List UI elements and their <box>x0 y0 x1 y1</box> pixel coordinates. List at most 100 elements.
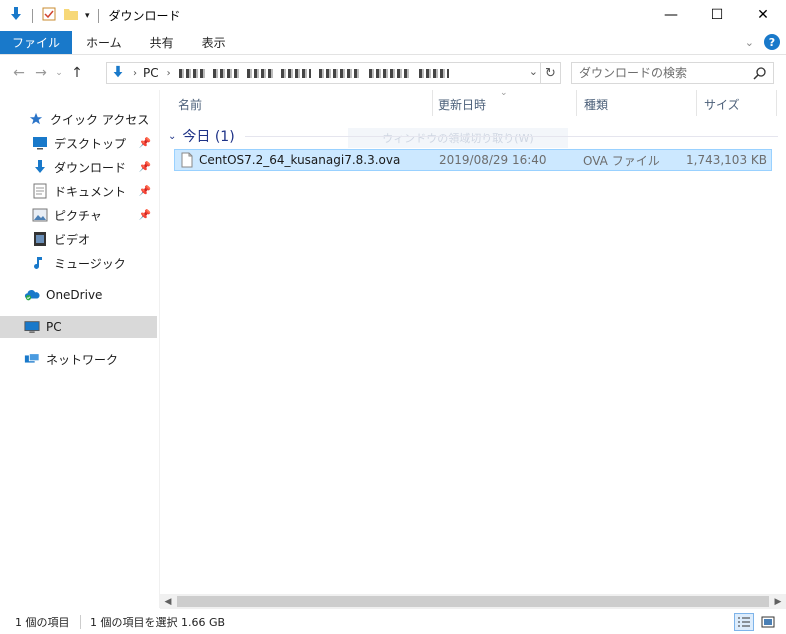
document-icon <box>32 183 48 199</box>
sidebar-item-videos[interactable]: ビデオ <box>0 228 157 250</box>
tab-home[interactable]: ホーム <box>72 31 136 54</box>
sidebar-item-onedrive[interactable]: OneDrive <box>0 284 157 306</box>
item-count: 1 個の項目 <box>15 616 70 629</box>
redacted-path-segment <box>280 68 311 78</box>
sidebar-item-label: ビデオ <box>54 232 91 247</box>
forward-arrow-icon[interactable]: → <box>30 65 52 81</box>
navigation-bar: ← → ⌄ ↑ › PC › ⌄ ↻ <box>0 56 786 90</box>
column-divider[interactable] <box>576 90 577 116</box>
address-dropdown-icon[interactable]: ⌄ <box>529 65 538 78</box>
file-date: 2019/08/29 16:40 <box>439 153 547 167</box>
pin-icon: 📌 <box>138 161 151 173</box>
file-list: 名前 更新日時 ⌄ 種類 サイズ ウィンドウの領域切り取り(W) ⌄ 今日 (1… <box>160 88 786 594</box>
pin-icon: 📌 <box>138 185 151 197</box>
tab-share[interactable]: 共有 <box>136 31 188 54</box>
column-header-type[interactable]: 種類 <box>584 96 608 113</box>
status-divider <box>80 615 81 629</box>
onedrive-icon <box>24 287 40 303</box>
close-button[interactable]: ✕ <box>740 0 786 30</box>
large-icons-view-icon[interactable] <box>758 613 778 631</box>
sidebar-item-pc[interactable]: PC <box>0 316 157 338</box>
file-row[interactable]: CentOS7.2_64_kusanagi7.8.3.ova 2019/08/2… <box>174 149 772 171</box>
column-header-date[interactable]: 更新日時 <box>438 96 486 113</box>
pin-icon: 📌 <box>138 209 151 221</box>
refresh-icon[interactable]: ↻ <box>540 63 560 83</box>
sidebar-item-label: OneDrive <box>46 288 103 302</box>
recent-locations-icon[interactable]: ⌄ <box>52 68 66 78</box>
column-divider[interactable] <box>696 90 697 116</box>
column-header-name[interactable]: 名前 <box>178 96 202 113</box>
column-headers: 名前 更新日時 ⌄ 種類 サイズ <box>160 88 786 116</box>
music-icon <box>32 255 48 271</box>
redacted-path-segment <box>368 68 411 78</box>
file-name[interactable]: CentOS7.2_64_kusanagi7.8.3.ova <box>199 153 400 167</box>
address-bar[interactable]: › PC › ⌄ ↻ <box>106 62 561 84</box>
group-divider <box>244 135 778 137</box>
help-icon[interactable]: ? <box>764 34 780 50</box>
pin-icon: 📌 <box>138 137 151 149</box>
download-icon[interactable] <box>8 6 24 25</box>
search-input[interactable] <box>579 66 749 80</box>
column-header-size[interactable]: サイズ <box>704 96 740 113</box>
window-title: ダウンロード <box>108 9 181 23</box>
redacted-path-segment <box>418 68 449 78</box>
sidebar-item-desktop[interactable]: デスクトップ 📌 <box>0 132 157 154</box>
sidebar-item-music[interactable]: ミュージック <box>0 252 157 274</box>
scroll-left-icon[interactable]: ◀ <box>160 594 176 609</box>
expand-ribbon-icon[interactable]: ⌄ <box>745 36 754 49</box>
search-box[interactable] <box>571 62 774 84</box>
ribbon-tabs: ファイル ホーム 共有 表示 ⌄ ? <box>0 31 786 55</box>
breadcrumb-pc[interactable]: PC <box>143 66 159 80</box>
download-icon <box>32 159 48 175</box>
breadcrumb-separator-icon: › <box>133 67 137 79</box>
scrollbar-thumb[interactable] <box>177 596 769 607</box>
status-bar: 1 個の項目 1 個の項目を選択 1.66 GB <box>0 610 786 634</box>
minimize-button[interactable]: — <box>648 0 694 30</box>
quick-access-toolbar: ▾ <box>8 6 101 25</box>
new-folder-icon[interactable] <box>63 6 79 25</box>
window-controls: — ☐ ✕ <box>648 0 786 30</box>
sidebar-item-pictures[interactable]: ピクチャ 📌 <box>0 204 157 226</box>
sidebar-item-label: クイック アクセス <box>50 112 150 127</box>
sidebar-item-label: ミュージック <box>54 256 126 271</box>
toolbar-divider <box>97 8 99 23</box>
customize-toolbar-icon[interactable]: ▾ <box>85 11 90 21</box>
video-icon <box>32 231 48 247</box>
column-divider[interactable] <box>776 90 777 116</box>
redacted-path-segment <box>178 68 205 78</box>
column-divider[interactable] <box>432 90 433 116</box>
details-view-icon[interactable] <box>734 613 754 631</box>
download-location-icon <box>111 65 125 82</box>
sidebar-item-quick-access[interactable]: クイック アクセス <box>0 108 157 130</box>
navigation-pane: クイック アクセス デスクトップ 📌 ダウンロード 📌 ドキュメント 📌 ピクチ… <box>0 90 160 608</box>
title-bar: ▾ ダウンロード — ☐ ✕ <box>0 0 786 31</box>
scroll-right-icon[interactable]: ▶ <box>770 594 786 609</box>
computer-icon <box>24 319 40 335</box>
file-icon <box>181 152 193 171</box>
sidebar-item-label: ドキュメント <box>54 184 127 199</box>
tab-view[interactable]: 表示 <box>188 31 240 54</box>
file-type: OVA ファイル <box>583 153 660 168</box>
redacted-path-segment <box>246 68 273 78</box>
view-switcher <box>734 613 778 631</box>
network-icon <box>24 351 40 367</box>
back-arrow-icon[interactable]: ← <box>8 65 30 81</box>
desktop-icon <box>32 135 48 151</box>
sidebar-item-network[interactable]: ネットワーク <box>0 348 157 370</box>
maximize-button[interactable]: ☐ <box>694 0 740 30</box>
sort-caret-icon: ⌄ <box>500 88 508 98</box>
horizontal-scrollbar[interactable]: ◀ ▶ <box>160 594 786 609</box>
sidebar-item-label: ネットワーク <box>46 352 119 367</box>
group-header-today[interactable]: ⌄ 今日 (1) <box>168 126 778 146</box>
sidebar-item-label: デスクトップ <box>54 136 127 151</box>
properties-icon[interactable] <box>41 6 57 25</box>
sidebar-item-label: ピクチャ <box>54 208 102 223</box>
collapse-chevron-icon[interactable]: ⌄ <box>168 131 176 142</box>
tab-file[interactable]: ファイル <box>0 31 73 54</box>
sidebar-item-documents[interactable]: ドキュメント 📌 <box>0 180 157 202</box>
sidebar-item-downloads[interactable]: ダウンロード 📌 <box>0 156 157 178</box>
search-icon[interactable] <box>753 66 767 83</box>
sidebar-item-label: ダウンロード <box>54 160 127 175</box>
picture-icon <box>32 207 48 223</box>
up-arrow-icon[interactable]: ↑ <box>66 65 88 81</box>
